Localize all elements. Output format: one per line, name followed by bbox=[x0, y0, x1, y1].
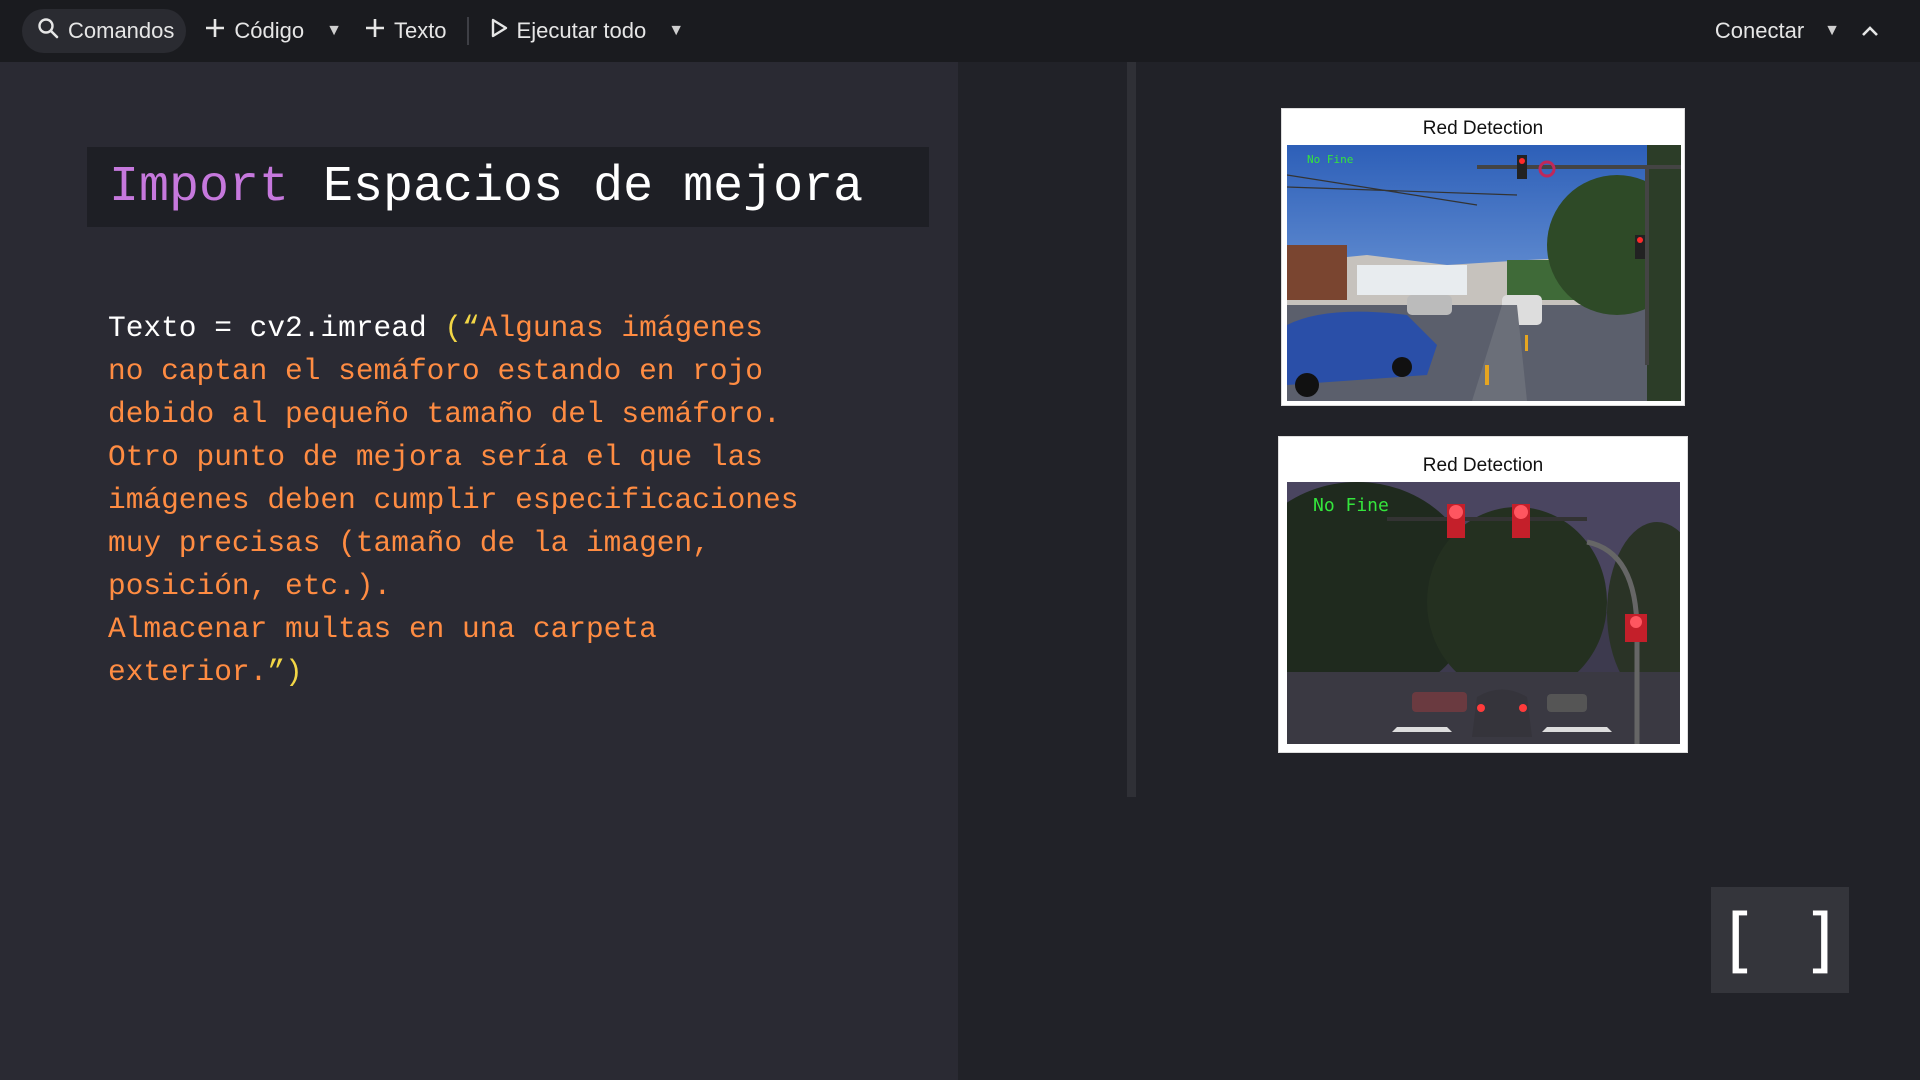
add-code-label: Código bbox=[234, 18, 305, 43]
search-icon bbox=[36, 16, 60, 46]
red-detection-figure-1: Red Detection No Fine bbox=[1281, 108, 1685, 406]
figure-title: Red Detection bbox=[1422, 118, 1544, 139]
code-line: exterior. bbox=[108, 655, 268, 689]
expand-output-button[interactable]: [ ] bbox=[1711, 887, 1849, 993]
title-keyword: Import bbox=[109, 158, 290, 216]
run-all-label: Ejecutar todo bbox=[516, 18, 647, 43]
toolbar-separator bbox=[466, 17, 469, 45]
add-text-label: Texto bbox=[393, 18, 447, 43]
cell-title: Import Espacios de mejora bbox=[87, 147, 929, 227]
connect-dropdown-icon[interactable]: ▼ bbox=[1814, 9, 1850, 53]
toolbar-right: Conectar ▼ bbox=[1705, 9, 1890, 53]
brackets-icon: [ ] bbox=[1716, 899, 1844, 981]
commands-label: Comandos bbox=[68, 18, 175, 43]
commands-button[interactable]: Comandos bbox=[22, 9, 187, 53]
add-text-button[interactable]: Texto bbox=[352, 9, 459, 53]
run-all-button[interactable]: Ejecutar todo bbox=[477, 9, 659, 53]
chevron-up-icon[interactable] bbox=[1850, 9, 1890, 53]
code-line: no captan el semáforo estando en rojo bbox=[108, 354, 764, 388]
connect-label: Conectar bbox=[1714, 18, 1805, 43]
toolbar: Comandos Código ▼ Texto Ejecutar todo ▼ … bbox=[0, 0, 1920, 62]
add-code-button[interactable]: Código bbox=[192, 9, 316, 53]
no-fine-label: No Fine bbox=[1307, 153, 1354, 166]
run-dropdown-icon[interactable]: ▼ bbox=[658, 9, 694, 53]
code-dropdown-icon[interactable]: ▼ bbox=[316, 9, 352, 53]
figure-title: Red Detection bbox=[1422, 455, 1544, 476]
code-line: imágenes deben cumplir especificaciones bbox=[108, 483, 799, 517]
code-prefix: Texto = cv2.imread bbox=[108, 311, 445, 345]
code-close-paren: ”) bbox=[267, 655, 303, 689]
code-line: Otro punto de mejora sería el que las bbox=[108, 440, 764, 474]
plus-icon bbox=[364, 17, 386, 45]
plus-icon bbox=[204, 17, 226, 45]
code-open-paren: (“ bbox=[444, 311, 480, 345]
red-detection-figure-2: Red Detection No Fine bbox=[1278, 436, 1688, 753]
code-line: debido al pequeño tamaño del semáforo. bbox=[108, 397, 781, 431]
play-icon bbox=[489, 17, 509, 45]
title-text: Espacios de mejora bbox=[323, 158, 864, 216]
street-photo-day: No Fine bbox=[1287, 145, 1681, 401]
code-line: muy precisas (tamaño de la imagen, bbox=[108, 526, 710, 560]
code-line: Algunas imágenes bbox=[479, 311, 764, 345]
no-fine-label: No Fine bbox=[1313, 495, 1389, 516]
pane-divider[interactable] bbox=[1127, 62, 1136, 797]
street-photo-dusk: No Fine bbox=[1287, 482, 1680, 744]
code-block[interactable]: Texto = cv2.imread (“Algunas imágenes no… bbox=[108, 307, 928, 694]
connect-button[interactable]: Conectar bbox=[1705, 9, 1814, 53]
code-line: posición, etc.). bbox=[108, 569, 392, 603]
code-line: Almacenar multas en una carpeta bbox=[108, 612, 657, 646]
